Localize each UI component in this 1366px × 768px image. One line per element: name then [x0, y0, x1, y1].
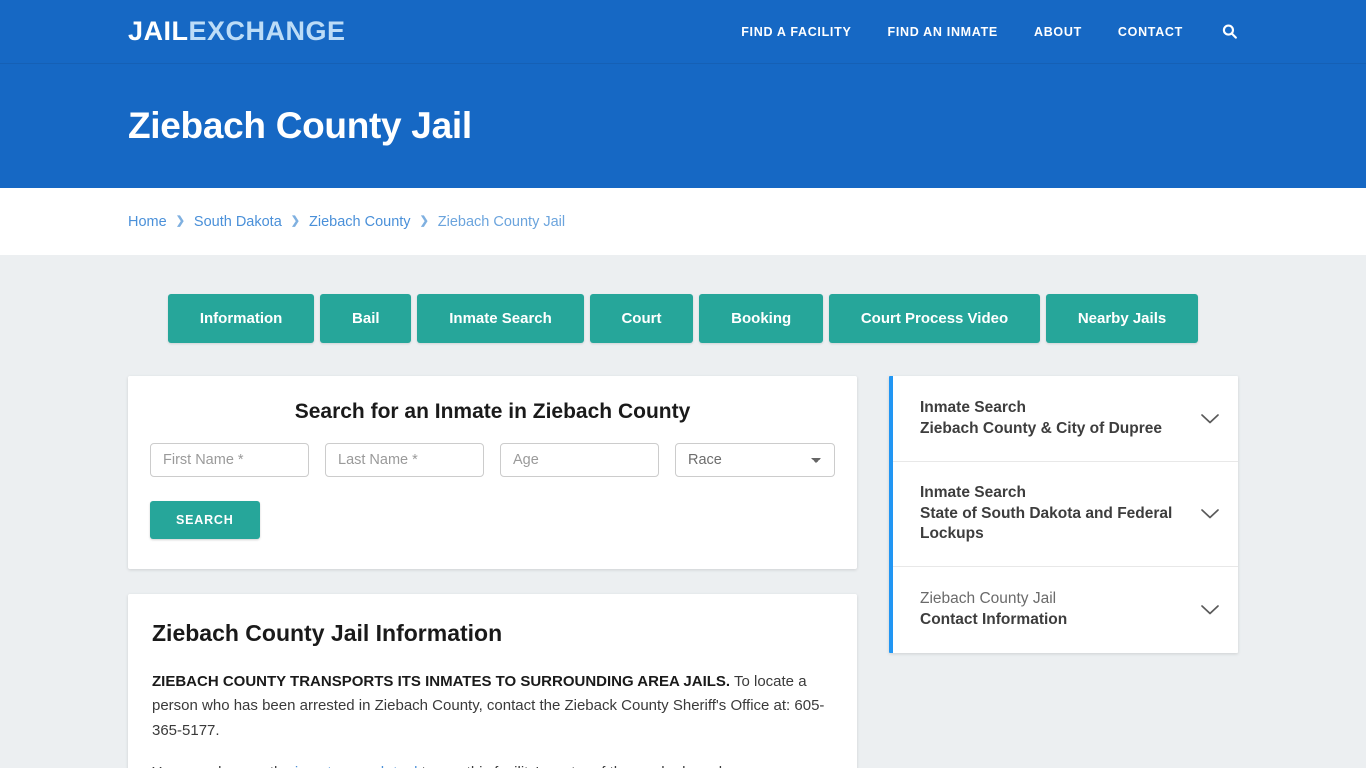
page-title: Ziebach County Jail: [128, 105, 472, 146]
information-lead-bold: ZIEBACH COUNTY TRANSPORTS ITS INMATES TO…: [152, 673, 731, 690]
search-form-title: Search for an Inmate in Ziebach County: [294, 400, 691, 423]
accordion-item-line1: Inmate Search: [920, 398, 1026, 416]
nav-item-find-a-facility[interactable]: FIND A FACILITY: [741, 25, 851, 39]
page-body: Information Bail Inmate Search Court Boo…: [0, 255, 1366, 768]
search-icon[interactable]: [1221, 23, 1238, 40]
age-input[interactable]: [500, 443, 659, 477]
tab-bail[interactable]: Bail: [320, 294, 412, 343]
hero-banner: Ziebach County Jail: [0, 64, 1366, 188]
tab-court[interactable]: Court: [589, 294, 694, 343]
last-name-input[interactable]: [325, 443, 484, 477]
breadcrumb: Home ❯ South Dakota ❯ Ziebach County ❯ Z…: [128, 214, 565, 230]
nav-item-contact[interactable]: CONTACT: [1118, 25, 1183, 39]
information-paragraph-1: ZIEBACH COUNTY TRANSPORTS ITS INMATES TO…: [152, 670, 833, 743]
accordion-item-line1: Inmate Search: [920, 484, 1026, 501]
tab-information[interactable]: Information: [168, 294, 315, 343]
jail-information-card: Ziebach County Jail Information ZIEBACH …: [128, 594, 857, 768]
accordion-item-line2: State of South Dakota and Federal Lockup…: [920, 504, 1173, 543]
race-select[interactable]: Race: [675, 443, 835, 477]
first-name-input[interactable]: [150, 443, 309, 477]
accordion-item-text: Inmate Search State of South Dakota and …: [920, 483, 1188, 545]
nav-item-find-an-inmate[interactable]: FIND AN INMATE: [887, 25, 997, 39]
nav-item-about[interactable]: ABOUT: [1034, 25, 1082, 39]
accordion-item-inmate-search-state[interactable]: Inmate Search State of South Dakota and …: [893, 462, 1238, 567]
tab-nearby-jails[interactable]: Nearby Jails: [1045, 294, 1199, 343]
section-tabs: Information Bail Inmate Search Court Boo…: [128, 294, 1238, 343]
inmate-search-tool-link[interactable]: inmate search tool: [295, 764, 418, 768]
accordion-item-inmate-search-county[interactable]: Inmate Search Ziebach County & City of D…: [893, 376, 1238, 462]
breadcrumb-bar: Home ❯ South Dakota ❯ Ziebach County ❯ Z…: [0, 188, 1366, 255]
chevron-right-icon: ❯: [290, 215, 300, 227]
chevron-right-icon: ❯: [419, 215, 429, 227]
logo-text-secondary: EXCHANGE: [188, 16, 346, 46]
sidebar-accordion: Inmate Search Ziebach County & City of D…: [889, 376, 1238, 653]
accordion-item-line2: Contact Information: [920, 610, 1068, 628]
tab-booking[interactable]: Booking: [699, 294, 823, 343]
accordion-item-contact-information[interactable]: Ziebach County Jail Contact Information: [893, 567, 1238, 653]
logo-text-primary: JAIL: [128, 16, 189, 46]
main-column: Search for an Inmate in Ziebach County R…: [128, 376, 857, 768]
search-fields-row: Race: [150, 443, 835, 477]
tab-court-process-video[interactable]: Court Process Video: [829, 294, 1040, 343]
sidebar-column: Inmate Search Ziebach County & City of D…: [889, 376, 1238, 653]
information-p2-before: You can also use the: [152, 764, 295, 768]
breadcrumb-item-south-dakota[interactable]: South Dakota: [194, 214, 282, 230]
chevron-right-icon: ❯: [175, 215, 185, 227]
inmate-search-card: Search for an Inmate in Ziebach County R…: [128, 376, 857, 569]
tab-inmate-search[interactable]: Inmate Search: [417, 294, 584, 343]
breadcrumb-item-current: Ziebach County Jail: [437, 213, 566, 230]
accordion-item-line1: Ziebach County Jail: [920, 590, 1057, 608]
accordion-item-line2: Ziebach County & City of Dupree: [920, 419, 1162, 437]
chevron-down-icon[interactable]: [1200, 508, 1220, 520]
main-navigation: FIND A FACILITY FIND AN INMATE ABOUT CON…: [741, 23, 1238, 40]
information-p2-after: to see this facility's roster of those w…: [417, 764, 753, 768]
search-button[interactable]: SEARCH: [150, 501, 260, 539]
breadcrumb-item-ziebach-county[interactable]: Ziebach County: [309, 214, 411, 230]
accordion-item-text: Ziebach County Jail Contact Information: [920, 589, 1188, 630]
information-heading: Ziebach County Jail Information: [152, 620, 503, 646]
information-paragraph-2: You can also use the inmate search tool …: [152, 761, 833, 768]
chevron-down-icon[interactable]: [1200, 413, 1220, 425]
accordion-item-text: Inmate Search Ziebach County & City of D…: [920, 398, 1188, 439]
site-header: JAILEXCHANGE FIND A FACILITY FIND AN INM…: [0, 0, 1366, 64]
chevron-down-icon[interactable]: [1200, 604, 1220, 616]
site-logo[interactable]: JAILEXCHANGE: [128, 18, 346, 45]
breadcrumb-item-home[interactable]: Home: [128, 214, 167, 230]
